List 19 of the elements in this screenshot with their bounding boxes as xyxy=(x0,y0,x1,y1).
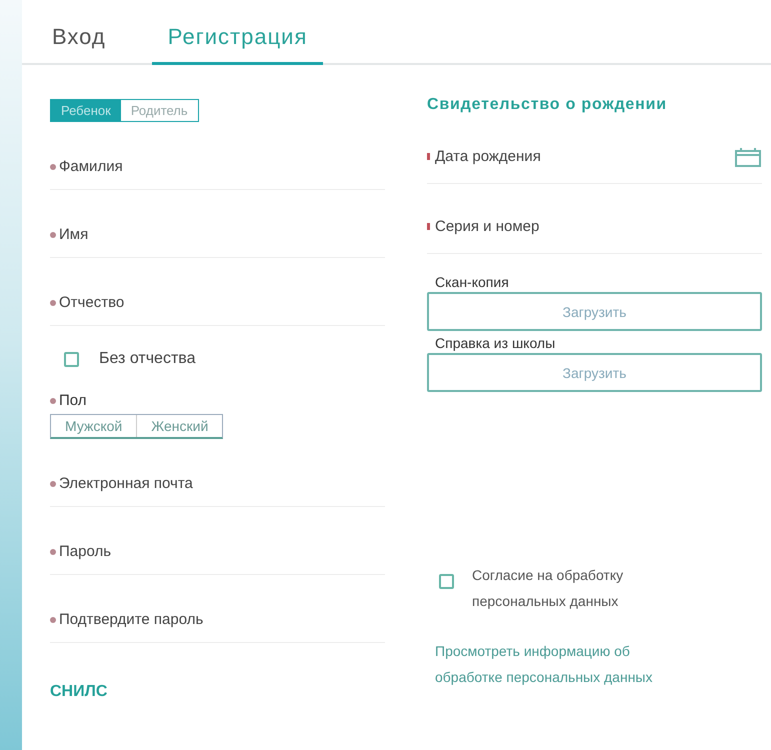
tab[interactable]: Вход xyxy=(52,24,106,65)
consent-label: Согласие на обработку персональных данных xyxy=(472,566,624,611)
input-field[interactable]: Подтвердите пароль xyxy=(50,593,385,643)
checkbox[interactable] xyxy=(64,352,79,366)
section-heading: СНИЛС xyxy=(50,683,108,701)
upload-label: Скан-копия xyxy=(434,274,510,290)
checkbox[interactable] xyxy=(439,574,454,589)
calendar-icon[interactable] xyxy=(734,146,762,166)
input-field[interactable]: Дата рождения xyxy=(427,130,762,184)
input-field[interactable]: Серия и номер xyxy=(427,200,762,254)
field-label: Пол xyxy=(59,392,87,409)
upload-label: Справка из школы xyxy=(434,335,556,351)
input-field[interactable]: Имя xyxy=(50,208,385,258)
checkbox-label: Без отчества xyxy=(99,350,196,368)
section-heading: Свидетельство о рождении xyxy=(427,96,668,114)
input-field[interactable]: Электронная почта xyxy=(50,457,385,507)
input-field[interactable]: Отчество xyxy=(50,276,385,326)
input-field[interactable]: Фамилия xyxy=(50,140,385,190)
input-field[interactable]: Пароль xyxy=(50,525,385,575)
